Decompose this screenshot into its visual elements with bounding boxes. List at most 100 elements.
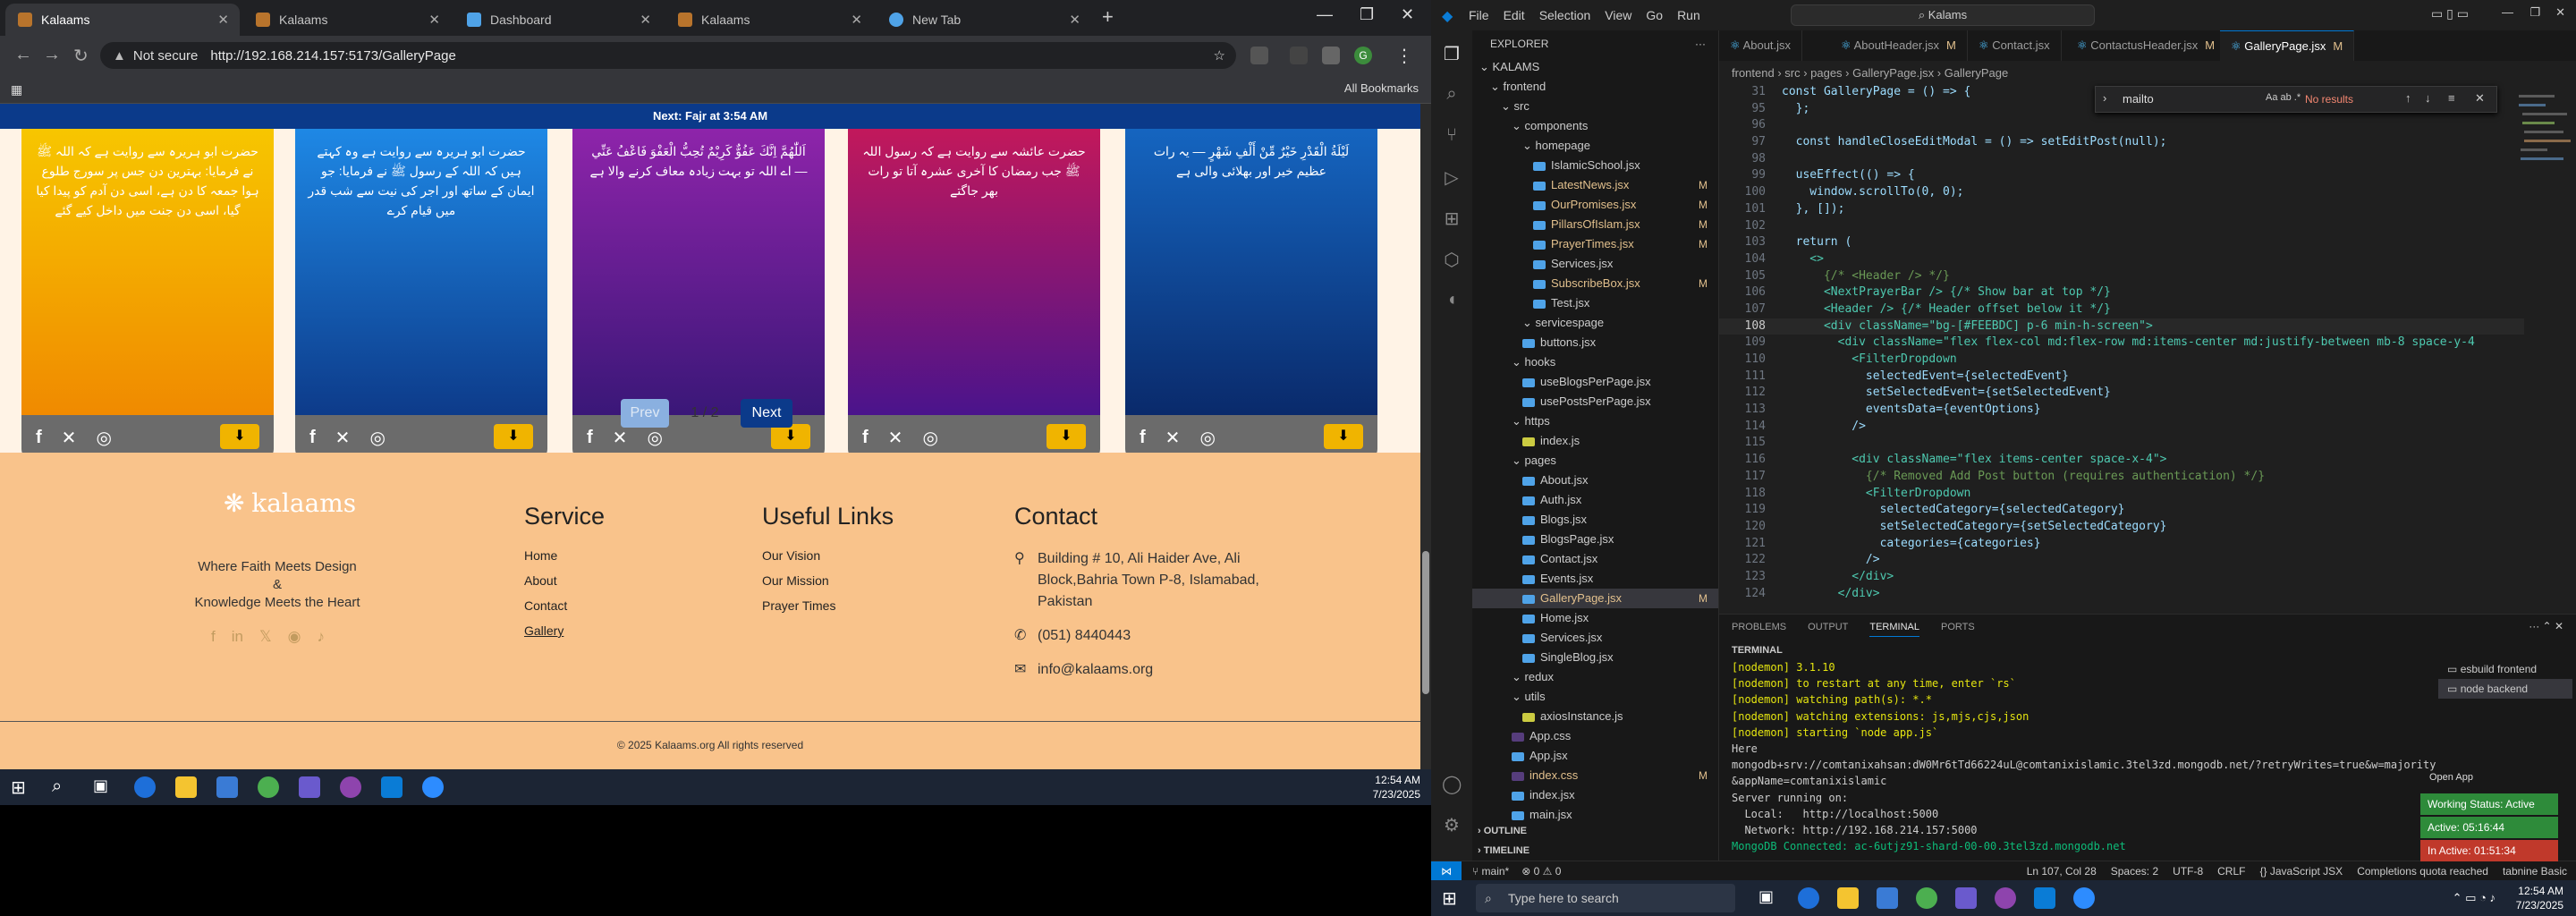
github-desktop-icon[interactable] (340, 776, 361, 798)
linkedin-icon[interactable]: in (232, 628, 243, 646)
code-line[interactable]: 114 /> (1719, 419, 2524, 436)
tree-file[interactable]: App.css (1472, 726, 1718, 746)
gallery-card[interactable]: لَيْلَةُ الْقَدْرِ خَيْرٌ مِّنْ أَلْفِ ش… (1125, 129, 1377, 460)
terminal-item[interactable]: ▭ node backend (2438, 679, 2572, 699)
tree-folder[interactable]: ⌄ homepage (1472, 136, 1718, 156)
x-icon[interactable]: ✕ (62, 427, 77, 449)
list-icon[interactable]: ≡ (2448, 91, 2455, 105)
code-line[interactable]: 124 </div> (1719, 586, 2524, 603)
remote-icon[interactable]: ⋈ (1431, 861, 1462, 881)
mongodb-icon[interactable]: ◖ (1442, 290, 1462, 310)
code-line[interactable]: 103 return ( (1719, 234, 2524, 251)
dribbble-icon[interactable]: ◉ (288, 628, 301, 646)
browser-tab-2[interactable]: Kalaams ✕ (243, 4, 451, 36)
search-icon[interactable]: ⌕ (1442, 84, 1462, 104)
tree-file[interactable]: Services.jsx (1472, 254, 1718, 274)
forward-icon[interactable]: → (43, 45, 61, 65)
taskbar-clock[interactable]: 12:54 AM 7/23/2025 (1373, 773, 1420, 802)
tree-file[interactable]: PrayerTimes.jsx M (1472, 234, 1718, 254)
timeline-section[interactable]: › TIMELINE (1472, 841, 1718, 861)
app-icon[interactable] (1955, 887, 1977, 909)
tree-folder[interactable]: ⌄ frontend (1472, 77, 1718, 97)
close-icon[interactable]: ✕ (2555, 5, 2565, 20)
github-desktop-icon[interactable] (1995, 887, 2016, 909)
maximize-icon[interactable]: ❐ (2529, 5, 2540, 20)
zoom-icon[interactable] (422, 776, 444, 798)
tree-file[interactable]: Services.jsx (1472, 628, 1718, 648)
explorer-icon[interactable]: ❐ (1442, 43, 1462, 64)
gallery-card-image[interactable]: حضرت عائشہ سے روایت ہے کہ رسول اللہ ﷺ جب… (848, 129, 1100, 415)
x-icon[interactable]: ✕ (335, 427, 351, 449)
facebook-icon[interactable]: f (309, 428, 316, 448)
tree-file[interactable]: index.js (1472, 431, 1718, 451)
facebook-icon[interactable]: f (211, 628, 216, 646)
encoding[interactable]: UTF-8 (2173, 865, 2203, 878)
scrollbar-thumb[interactable] (1422, 551, 1429, 694)
gallery-card-image[interactable]: اَللّٰهُمَّ اِنَّكَ عَفُوٌّ كَرِيْمٌ تُح… (572, 129, 825, 415)
code-line[interactable]: 108 <div className="bg-[#FEEBDC] p-6 min… (1719, 318, 2524, 335)
menu-item[interactable]: Edit (1504, 8, 1525, 22)
account-icon[interactable]: ◯ (1442, 773, 1462, 794)
indent-setting[interactable]: Spaces: 2 (2111, 865, 2158, 878)
code-line[interactable]: 106 <NextPrayerBar /> {/* Show bar at to… (1719, 284, 2524, 301)
code-line[interactable]: 122 /> (1719, 552, 2524, 569)
chrome-icon[interactable] (1916, 887, 1937, 909)
tree-file[interactable]: index.css M (1472, 766, 1718, 785)
new-tab-button[interactable]: + (1102, 5, 1114, 29)
apps-grid-icon[interactable]: ▦ (11, 82, 22, 98)
code-line[interactable]: 101 }, []); (1719, 201, 2524, 218)
minimize-icon[interactable]: — (2502, 5, 2513, 19)
system-tray-icons[interactable]: ⌃ ▭ ◔ ♪ (2453, 891, 2496, 905)
panel-tab[interactable]: PROBLEMS (1732, 622, 1786, 637)
close-window-icon[interactable]: ✕ (1401, 5, 1414, 24)
tree-folder[interactable]: ⌄ https (1472, 411, 1718, 431)
minimize-icon[interactable]: — (1317, 5, 1333, 24)
code-line[interactable]: 120 setSelectedCategory={setSelectedCate… (1719, 519, 2524, 536)
code-line[interactable]: 116 <div className="flex items-center sp… (1719, 452, 2524, 469)
tree-file[interactable]: Contact.jsx (1472, 549, 1718, 569)
tree-folder[interactable]: ⌄ components (1472, 116, 1718, 136)
tree-file[interactable]: IslamicSchool.jsx (1472, 156, 1718, 175)
browser-tab-1[interactable]: Kalaams ✕ (5, 4, 240, 36)
panel-tab[interactable]: OUTPUT (1808, 622, 1848, 637)
tree-file[interactable]: About.jsx (1472, 471, 1718, 490)
zoom-icon[interactable] (2073, 887, 2095, 909)
terminal-output[interactable]: [nodemon] 3.1.10 [nodemon] to restart at … (1732, 659, 2436, 854)
phone-row[interactable]: ✆ (051) 8440443 (1014, 625, 1283, 647)
tree-file[interactable]: useBlogsPerPage.jsx (1472, 372, 1718, 392)
tiktok-icon[interactable]: ♪ (318, 628, 326, 646)
reload-icon[interactable]: ↻ (73, 45, 89, 67)
tree-file[interactable]: GalleryPage.jsx M (1472, 589, 1718, 608)
menu-item[interactable]: Run (1677, 8, 1700, 22)
tree-file[interactable]: Test.jsx (1472, 293, 1718, 313)
windows-start-icon[interactable]: ⊞ (11, 776, 32, 798)
cursor-position[interactable]: Ln 107, Col 28 (2027, 865, 2097, 878)
facebook-icon[interactable]: f (1140, 428, 1146, 448)
code-line[interactable]: 113 eventsData={eventOptions} (1719, 402, 2524, 419)
menu-icon[interactable]: ⋮ (1395, 45, 1413, 67)
tree-file[interactable]: Blogs.jsx (1472, 510, 1718, 530)
gallery-card[interactable]: حضرت ابو ہریرہ سے روایت ہے کہ اللہ ﷺ نے … (21, 129, 274, 460)
editor-tab[interactable]: ⚛ GalleryPage.jsx M (2220, 30, 2355, 61)
instagram-icon[interactable]: ◎ (647, 427, 662, 449)
minimap[interactable] (2513, 86, 2576, 408)
code-line[interactable]: 98 (1719, 151, 2524, 168)
download-button[interactable]: ⬇ (1324, 424, 1363, 449)
next-button[interactable]: Next (741, 399, 792, 428)
browser-tab-4[interactable]: Kalaams ✕ (665, 4, 873, 36)
editor-tab[interactable]: ⚛ About.jsx (1719, 30, 1803, 61)
code-line[interactable]: 115 (1719, 435, 2524, 452)
gallery-card[interactable]: حضرت عائشہ سے روایت ہے کہ رسول اللہ ﷺ جب… (848, 129, 1100, 460)
close-icon[interactable]: ✕ (2475, 91, 2485, 106)
vscode-icon[interactable] (2034, 887, 2055, 909)
menu-item[interactable]: Selection (1539, 8, 1591, 22)
address-bar[interactable]: ▲ Not secure http://192.168.214.157:5173… (100, 42, 1236, 69)
footer-link-about[interactable]: About (524, 573, 605, 588)
all-bookmarks[interactable]: All Bookmarks (1344, 81, 1419, 95)
footer-link-vision[interactable]: Our Vision (762, 548, 894, 563)
search-icon[interactable]: ⌕ (52, 776, 73, 798)
prev-button[interactable]: Prev (621, 399, 669, 428)
language-mode[interactable]: {} JavaScript JSX (2259, 865, 2343, 878)
editor-tab[interactable]: ⚛ ContactusHeader.jsx M (2066, 30, 2227, 61)
download-button[interactable]: ⬇ (1046, 424, 1086, 449)
